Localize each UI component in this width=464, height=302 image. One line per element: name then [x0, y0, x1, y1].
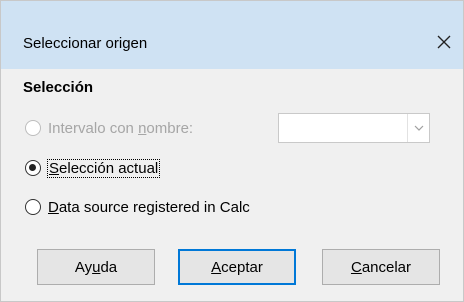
- dialog-title: Seleccionar origen: [23, 35, 148, 52]
- close-button[interactable]: [431, 29, 457, 55]
- select-source-dialog: Seleccionar origen Selección Intervalo c…: [0, 0, 464, 302]
- radio-current-selection[interactable]: Selección actual: [25, 156, 161, 180]
- radio-named-range-label: Intervalo con nombre:: [48, 119, 194, 137]
- radio-current-selection-label: Selección actual: [46, 158, 161, 178]
- dialog-body: Selección Intervalo con nombre: Selecció…: [1, 69, 463, 301]
- close-icon: [437, 35, 451, 49]
- radio-current-selection-control[interactable]: [25, 160, 41, 176]
- radio-data-source-control[interactable]: [25, 199, 41, 215]
- title-bar: Seleccionar origen: [1, 1, 463, 69]
- radio-named-range[interactable]: Intervalo con nombre:: [25, 116, 193, 140]
- help-button[interactable]: Ay u da: [37, 249, 155, 285]
- dropdown-arrow-button[interactable]: [407, 114, 429, 142]
- radio-data-source-label: Data source registered in Calc: [48, 198, 250, 216]
- ok-button[interactable]: Aceptar: [178, 249, 296, 285]
- cancel-button[interactable]: Cancelar: [322, 249, 440, 285]
- radio-named-range-control[interactable]: [25, 120, 41, 136]
- chevron-down-icon: [414, 125, 423, 131]
- named-range-dropdown[interactable]: [278, 113, 430, 143]
- radio-data-source[interactable]: Data source registered in Calc: [25, 195, 250, 219]
- selection-heading: Selección: [23, 79, 94, 96]
